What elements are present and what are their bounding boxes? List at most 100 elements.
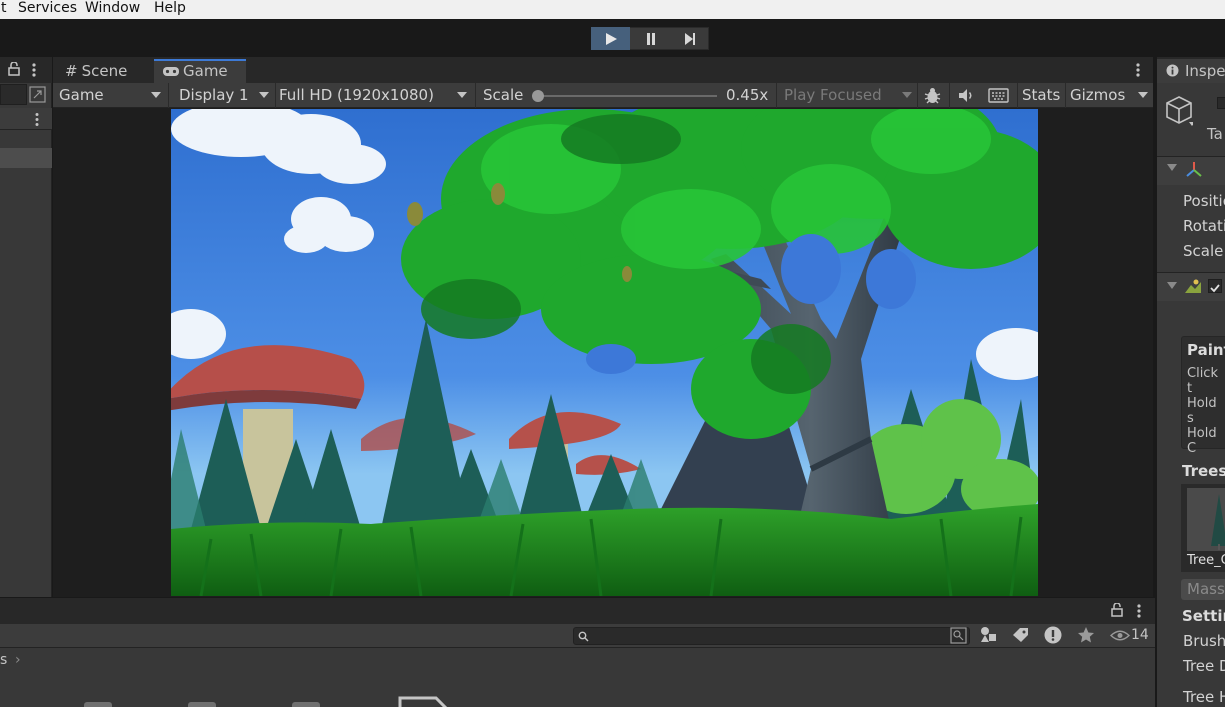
warning-icon[interactable] bbox=[1044, 626, 1062, 644]
inspector-panel: Inspe Ta Positic Rotatic Scale Paint Cli… bbox=[1155, 57, 1225, 707]
scale-label: Scale bbox=[1183, 242, 1224, 260]
tab-scene[interactable]: # Scene bbox=[57, 59, 151, 83]
resolution-dropdown[interactable]: Full HD (1920x1080) bbox=[279, 83, 473, 108]
maximize-icon[interactable] bbox=[29, 86, 46, 103]
star-icon[interactable] bbox=[1077, 626, 1095, 644]
lock-icon[interactable] bbox=[8, 62, 20, 76]
step-button[interactable] bbox=[670, 27, 709, 50]
tab-inspector[interactable]: Inspe bbox=[1157, 59, 1225, 83]
brush-size-label: Brush bbox=[1183, 632, 1225, 650]
tab-scene-label: Scene bbox=[81, 62, 128, 80]
asset-thumbnail[interactable] bbox=[188, 702, 216, 707]
play-focus-dropdown[interactable]: Play Focused bbox=[784, 83, 914, 108]
play-button[interactable] bbox=[591, 27, 630, 50]
main-toolbar bbox=[0, 19, 1225, 57]
more-options-icon[interactable] bbox=[31, 62, 37, 78]
stats-button[interactable]: Stats bbox=[1022, 83, 1060, 108]
project-tab-bar bbox=[0, 598, 1155, 624]
view-mode-dropdown[interactable]: Game bbox=[59, 83, 165, 108]
pine-tree-icon bbox=[1211, 494, 1225, 550]
info-icon bbox=[1166, 64, 1179, 77]
chevron-down-icon bbox=[902, 92, 912, 98]
breadcrumb-chevron-icon: › bbox=[15, 652, 21, 668]
component-enabled-checkbox[interactable] bbox=[1208, 279, 1222, 293]
display-dropdown[interactable]: Display 1 bbox=[179, 83, 275, 108]
menu-item-window[interactable]: Window bbox=[85, 0, 140, 17]
step-icon bbox=[684, 32, 695, 45]
tree-prototype-label: Tree_C bbox=[1187, 553, 1225, 568]
filter-by-label-icon[interactable] bbox=[1012, 627, 1029, 643]
document-icon[interactable] bbox=[398, 696, 448, 707]
more-options-icon[interactable] bbox=[1135, 62, 1141, 78]
hierarchy-panel bbox=[0, 57, 52, 597]
paint-help-line3: Hold C bbox=[1187, 426, 1217, 456]
display-label: Display 1 bbox=[179, 86, 249, 104]
keyboard-icon[interactable] bbox=[988, 88, 1009, 103]
project-search-input[interactable] bbox=[573, 627, 970, 645]
tree-density-label: Tree D bbox=[1183, 657, 1225, 675]
checkmark-icon bbox=[1210, 284, 1220, 293]
eye-icon[interactable] bbox=[1110, 629, 1130, 642]
paint-help-line2: Hold s bbox=[1187, 396, 1217, 426]
rotation-label: Rotatic bbox=[1183, 217, 1225, 235]
tree-prototype-thumbnail[interactable] bbox=[1187, 488, 1225, 551]
game-viewport[interactable] bbox=[171, 109, 1038, 596]
tab-game-label: Game bbox=[183, 62, 228, 80]
project-panel: 14 s › bbox=[0, 597, 1155, 707]
trees-section-label: Trees bbox=[1182, 462, 1225, 480]
foldout-arrow-icon bbox=[1167, 164, 1177, 171]
pause-icon bbox=[646, 32, 655, 45]
asset-thumbnail[interactable] bbox=[292, 702, 320, 707]
gamepad-icon bbox=[163, 67, 179, 76]
game-scene-image bbox=[171, 109, 1038, 596]
asset-thumbnail[interactable] bbox=[84, 702, 112, 707]
mass-place-trees-button[interactable]: Mass bbox=[1181, 579, 1225, 600]
search-options-icon[interactable] bbox=[950, 627, 967, 644]
menu-item-services[interactable]: Services bbox=[18, 0, 77, 17]
more-options-icon[interactable] bbox=[34, 112, 40, 127]
play-focus-label: Play Focused bbox=[784, 86, 882, 104]
audio-icon[interactable] bbox=[957, 87, 975, 104]
settings-section-label: Settin bbox=[1182, 607, 1225, 625]
tag-label: Ta bbox=[1207, 125, 1223, 143]
position-label: Positic bbox=[1183, 192, 1225, 210]
foldout-arrow-icon bbox=[1167, 282, 1177, 289]
view-tab-bar: # Scene Game bbox=[53, 57, 1153, 83]
pause-button[interactable] bbox=[631, 27, 670, 50]
chevron-down-icon bbox=[457, 92, 467, 98]
mass-place-label: Mass bbox=[1187, 580, 1225, 598]
visible-count: 14 bbox=[1131, 627, 1149, 643]
chevron-down-icon bbox=[151, 92, 161, 98]
lock-icon[interactable] bbox=[1111, 603, 1123, 617]
scale-label: Scale bbox=[483, 86, 524, 104]
transform-icon bbox=[1186, 162, 1202, 177]
scale-slider-track[interactable] bbox=[537, 95, 717, 97]
menu-item-help[interactable]: Help bbox=[154, 0, 186, 17]
hierarchy-selected-row[interactable] bbox=[0, 148, 52, 168]
more-options-icon[interactable] bbox=[1136, 603, 1142, 619]
resolution-label: Full HD (1920x1080) bbox=[279, 86, 434, 104]
scale-slider-handle[interactable] bbox=[532, 90, 544, 102]
play-icon bbox=[605, 32, 617, 45]
bug-icon[interactable] bbox=[923, 86, 942, 105]
view-mode-label: Game bbox=[59, 86, 104, 104]
menu-bar: t Services Window Help bbox=[0, 0, 1225, 19]
paint-help-line1: Click t bbox=[1187, 366, 1218, 396]
gameobject-cube-icon bbox=[1166, 96, 1193, 126]
chevron-down-icon[interactable] bbox=[1138, 92, 1148, 98]
hierarchy-header-row bbox=[0, 108, 52, 130]
gizmos-button[interactable]: Gizmos bbox=[1070, 83, 1125, 108]
search-icon bbox=[578, 631, 589, 642]
paint-title: Paint bbox=[1187, 341, 1225, 359]
active-checkbox[interactable] bbox=[1217, 97, 1225, 109]
tree-height-label: Tree H bbox=[1183, 688, 1225, 706]
menu-item-edit[interactable]: t bbox=[1, 0, 7, 17]
tab-game[interactable]: Game bbox=[154, 59, 246, 83]
chevron-down-icon bbox=[259, 92, 269, 98]
game-view-toolbar: Game Display 1 Full HD (1920x1080) Scale… bbox=[53, 83, 1153, 108]
hierarchy-search-input[interactable] bbox=[0, 84, 27, 105]
filter-by-type-icon[interactable] bbox=[980, 626, 997, 644]
terrain-icon bbox=[1185, 279, 1201, 293]
breadcrumb[interactable]: s bbox=[0, 652, 7, 668]
asset-grid bbox=[0, 680, 1155, 707]
